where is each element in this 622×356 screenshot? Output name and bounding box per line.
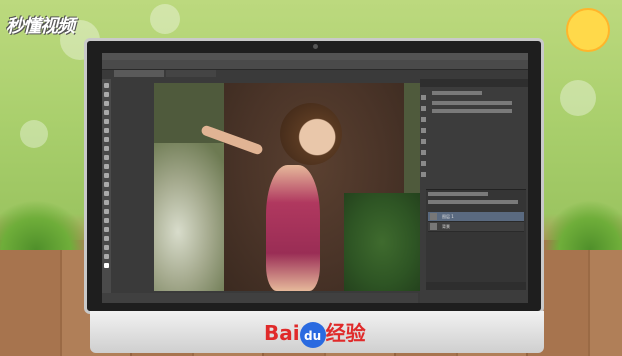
sun-icon (566, 8, 610, 52)
history-icon[interactable] (421, 95, 426, 100)
dodge-tool-icon[interactable] (104, 200, 109, 205)
photo-foliage (154, 143, 234, 291)
tools-panel[interactable] (102, 79, 111, 299)
move-tool-icon[interactable] (104, 83, 109, 88)
document-tab-active[interactable] (114, 70, 164, 77)
menu-bar[interactable] (102, 53, 528, 68)
styles-icon[interactable] (421, 161, 426, 166)
panel-tabs[interactable] (420, 79, 528, 87)
zoom-tool-icon[interactable] (104, 254, 109, 259)
quick-select-tool-icon[interactable] (104, 110, 109, 115)
gradient-tool-icon[interactable] (104, 182, 109, 187)
color-swatch-icon[interactable] (104, 263, 109, 268)
layer-name: 背景 (442, 224, 450, 229)
photo-figure (266, 165, 320, 291)
monitor-chin: Bai du 经验 (90, 311, 544, 353)
eyedropper-tool-icon[interactable] (104, 128, 109, 133)
layer-thumbnail (430, 223, 437, 230)
brand-part1: Bai (264, 321, 300, 345)
watermark-logo: 秒懂视频 (6, 16, 75, 37)
bokeh-light (150, 4, 180, 34)
layer-row[interactable]: 背景 (428, 222, 524, 232)
bokeh-light (20, 120, 48, 148)
bokeh-light (560, 80, 596, 116)
document-tab[interactable] (166, 70, 216, 77)
brush-panel-icon[interactable] (421, 139, 426, 144)
swatches-icon[interactable] (421, 150, 426, 155)
monitor: 图层 1 背景 (84, 38, 544, 314)
eraser-tool-icon[interactable] (104, 173, 109, 178)
adjustments-row[interactable] (432, 109, 512, 113)
history-brush-icon[interactable] (104, 164, 109, 169)
paw-icon: du (299, 321, 326, 348)
character-icon[interactable] (421, 117, 426, 122)
info-icon[interactable] (421, 172, 426, 177)
layer-thumbnail (430, 213, 437, 220)
healing-tool-icon[interactable] (104, 137, 109, 142)
pen-tool-icon[interactable] (104, 209, 109, 214)
crop-tool-icon[interactable] (104, 119, 109, 124)
photoshop-window: 图层 1 背景 (102, 53, 528, 303)
adjustments-row[interactable] (432, 101, 512, 105)
blend-mode-bar[interactable] (428, 200, 518, 204)
stamp-tool-icon[interactable] (104, 155, 109, 160)
lasso-tool-icon[interactable] (104, 101, 109, 106)
document-canvas[interactable] (154, 83, 420, 291)
adjustments-row[interactable] (432, 91, 482, 95)
paragraph-icon[interactable] (421, 128, 426, 133)
baidu-jingyan-logo: Bai du 经验 (264, 317, 366, 348)
hand-tool-icon[interactable] (104, 245, 109, 250)
blur-tool-icon[interactable] (104, 191, 109, 196)
layer-filter-bar[interactable] (428, 192, 488, 196)
marquee-tool-icon[interactable] (104, 92, 109, 97)
layers-panel: 图层 1 背景 (426, 189, 526, 290)
properties-icon[interactable] (421, 106, 426, 111)
layers-footer[interactable] (426, 282, 526, 290)
webcam (313, 44, 318, 49)
grass-left (0, 200, 90, 250)
right-panels: 图层 1 背景 (420, 79, 528, 303)
photo-head (280, 103, 342, 165)
brand-part3: 经验 (325, 321, 366, 345)
status-bar (102, 293, 418, 303)
path-select-icon[interactable] (104, 227, 109, 232)
shape-tool-icon[interactable] (104, 236, 109, 241)
photo-ivy (344, 193, 420, 291)
type-tool-icon[interactable] (104, 218, 109, 223)
options-bar[interactable] (102, 60, 528, 70)
layer-name: 图层 1 (442, 214, 454, 219)
layer-row[interactable]: 图层 1 (428, 212, 524, 222)
brush-tool-icon[interactable] (104, 146, 109, 151)
grass-right (542, 200, 622, 250)
